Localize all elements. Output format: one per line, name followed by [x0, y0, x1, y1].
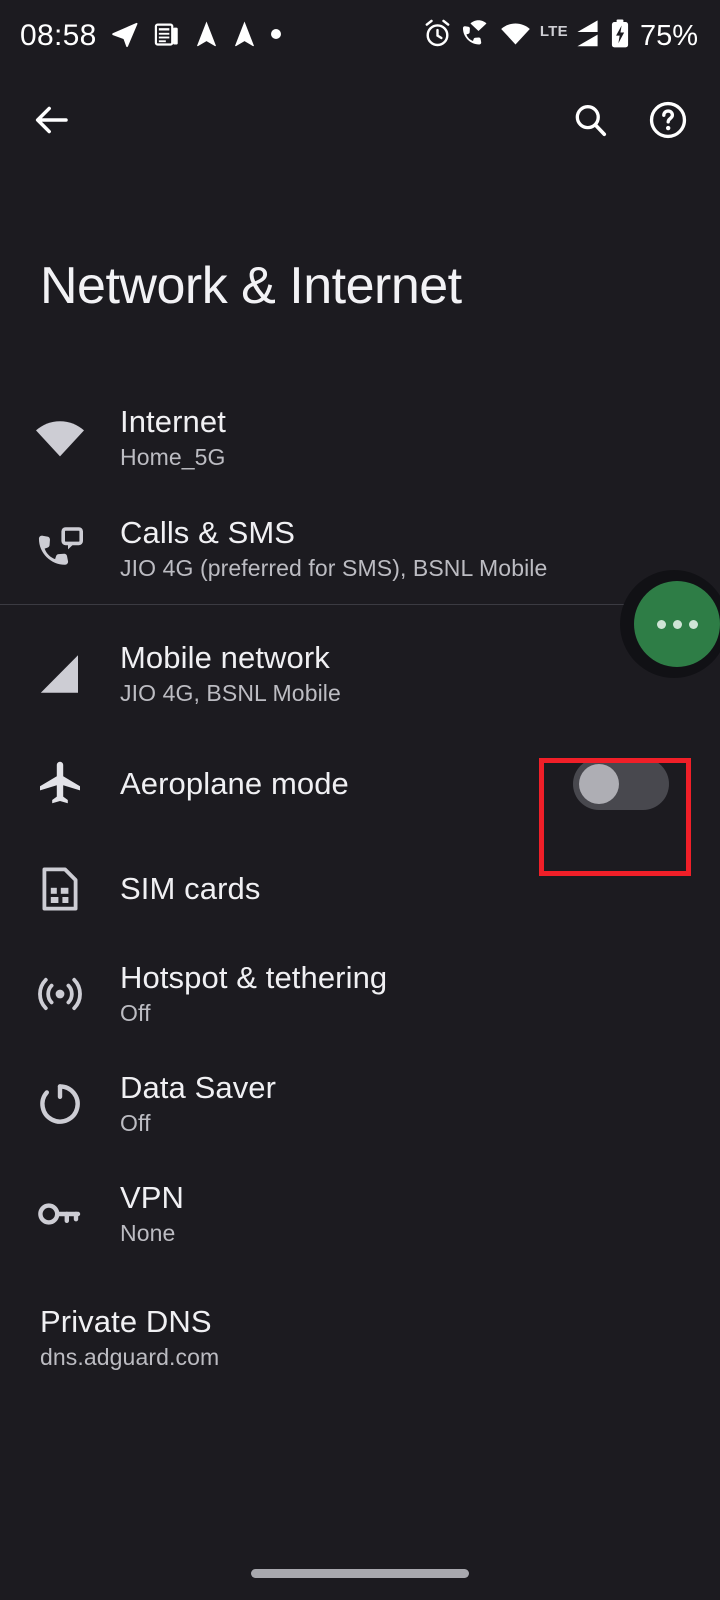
list-item-text: Calls & SMS JIO 4G (preferred for SMS), …: [120, 515, 696, 583]
alarm-clock-icon: [423, 19, 452, 53]
wifi-icon: [0, 417, 120, 459]
list-item-text: SIM cards: [120, 871, 696, 907]
status-bar-right: LTE 75%: [423, 18, 698, 54]
key-icon: [0, 1196, 120, 1232]
list-item-subtitle: JIO 4G (preferred for SMS), BSNL Mobile: [120, 555, 548, 582]
page-title: Network & Internet: [40, 257, 462, 315]
list-item-title: SIM cards: [120, 871, 261, 907]
list-item-subtitle: dns.adguard.com: [40, 1344, 220, 1371]
overflow-menu-fab[interactable]: [634, 581, 720, 667]
list-item-title: VPN: [120, 1180, 185, 1216]
list-item-text: VPN None: [120, 1180, 696, 1248]
list-item-title: Calls & SMS: [120, 515, 296, 551]
back-button[interactable]: [26, 96, 78, 148]
list-item-mobile-network[interactable]: Mobile network JIO 4G, BSNL Mobile: [0, 619, 720, 729]
list-item-text: Mobile network JIO 4G, BSNL Mobile: [120, 640, 696, 708]
list-item-calls-sms[interactable]: Calls & SMS JIO 4G (preferred for SMS), …: [0, 494, 720, 604]
list-item-subtitle: Off: [120, 1000, 151, 1027]
search-button[interactable]: [564, 96, 616, 148]
list-item-text: Aeroplane mode: [120, 766, 546, 802]
list-item-text: Data Saver Off: [120, 1070, 696, 1138]
list-item-private-dns[interactable]: Private DNS dns.adguard.com: [0, 1283, 720, 1393]
toggle-container: [546, 758, 696, 810]
paper-plane-icon: [232, 20, 257, 52]
list-item-title: Hotspot & tethering: [120, 960, 388, 996]
list-item-title: Private DNS: [40, 1304, 212, 1340]
android-settings-screen: 08:58 LTE 75% Network & Internet Interne…: [0, 0, 720, 1600]
list-item-internet[interactable]: Internet Home_5G: [0, 382, 720, 494]
list-item-title: Data Saver: [120, 1070, 277, 1106]
section-divider: [0, 604, 720, 605]
calls-sms-icon: [0, 525, 120, 573]
home-gesture-pill[interactable]: [251, 1569, 469, 1578]
signal-bars-icon: [0, 652, 120, 696]
list-item-subtitle: Off: [120, 1110, 151, 1137]
list-item-title: Internet: [120, 404, 226, 440]
list-item-text: Private DNS dns.adguard.com: [40, 1304, 696, 1372]
help-button[interactable]: [642, 96, 694, 148]
list-item-aeroplane-mode[interactable]: Aeroplane mode: [0, 729, 720, 839]
search-icon: [571, 101, 609, 144]
dot-icon: [270, 27, 282, 45]
list-item-hotspot-tethering[interactable]: Hotspot & tethering Off: [0, 939, 720, 1049]
fab-dot: [688, 619, 698, 629]
list-item-title: Aeroplane mode: [120, 766, 349, 802]
paper-plane-icon: [194, 20, 219, 52]
status-clock: 08:58: [20, 19, 97, 52]
fab-dot: [672, 619, 682, 629]
status-bar-left: 08:58: [20, 19, 282, 54]
help-circle-icon: [647, 99, 689, 146]
hotspot-icon: [0, 970, 120, 1018]
back-arrow-icon: [31, 99, 73, 146]
battery-percentage: 75%: [639, 19, 698, 52]
news-document-icon: [153, 20, 181, 53]
list-item-subtitle: Home_5G: [120, 444, 226, 471]
list-item-subtitle: None: [120, 1220, 176, 1247]
wifi-calling-icon: [461, 19, 491, 53]
list-item-sim-cards[interactable]: SIM cards: [0, 839, 720, 939]
list-item-data-saver[interactable]: Data Saver Off: [0, 1049, 720, 1159]
fab-dot: [656, 619, 666, 629]
list-item-text: Internet Home_5G: [120, 404, 696, 472]
settings-list: Internet Home_5G Calls & SMS JIO 4G (pre…: [0, 382, 720, 1393]
airplane-icon: [0, 760, 120, 808]
telegram-plane-icon: [110, 19, 140, 54]
list-item-subtitle: JIO 4G, BSNL Mobile: [120, 680, 341, 707]
list-item-vpn[interactable]: VPN None: [0, 1159, 720, 1269]
aeroplane-mode-toggle[interactable]: [573, 758, 669, 810]
list-item-title: Mobile network: [120, 640, 330, 676]
data-saver-icon: [0, 1080, 120, 1128]
sim-card-icon: [0, 865, 120, 913]
toggle-thumb: [579, 764, 619, 804]
action-bar: [0, 82, 720, 162]
wifi-icon: [500, 21, 531, 51]
battery-charging-icon: [610, 18, 630, 54]
signal-lte-icon: [573, 19, 601, 53]
lte-label: LTE: [539, 23, 568, 40]
list-item-text: Hotspot & tethering Off: [120, 960, 696, 1028]
status-bar: 08:58 LTE 75%: [0, 0, 720, 72]
